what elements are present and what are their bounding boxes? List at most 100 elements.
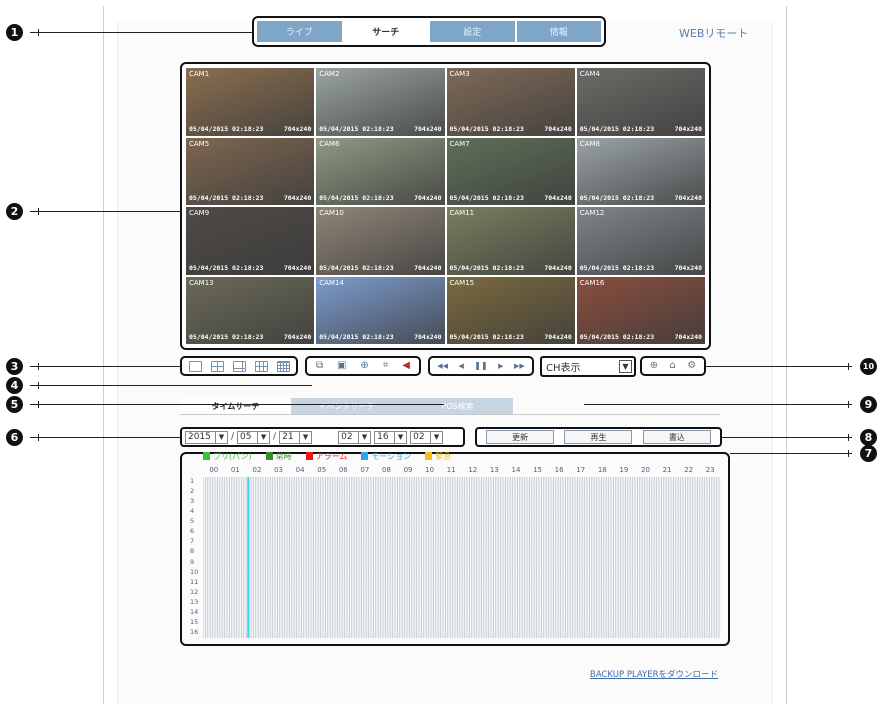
camera-resolution: 704x240 bbox=[414, 124, 442, 133]
hour-label: 15 bbox=[533, 466, 542, 474]
layout-1-icon[interactable] bbox=[188, 360, 202, 372]
copy-screen-icon[interactable]: ⧉ bbox=[316, 361, 323, 371]
camera-tile[interactable]: CAM4 05/04/2015 02:18:23 704x240 bbox=[576, 68, 705, 136]
callout-tick bbox=[38, 401, 39, 408]
camera-tile[interactable]: CAM8 05/04/2015 02:18:23 704x240 bbox=[576, 137, 705, 205]
camera-resolution: 704x240 bbox=[674, 263, 702, 272]
camera-resolution: 704x240 bbox=[544, 194, 572, 202]
camera-tile[interactable]: CAM6 05/04/2015 02:18:23 704x240 bbox=[316, 137, 445, 205]
step-back-icon[interactable]: ◀ bbox=[458, 361, 463, 371]
hour-select[interactable]: 02 ▼ bbox=[338, 430, 372, 444]
callout-tick bbox=[848, 401, 849, 408]
camera-name: CAM9 bbox=[189, 209, 210, 217]
camera-name: CAM4 bbox=[579, 70, 600, 78]
date-separator: / bbox=[273, 432, 277, 442]
layout-16-icon[interactable] bbox=[276, 360, 290, 372]
camera-tile[interactable]: CAM7 05/04/2015 02:18:23 704x240 bbox=[446, 137, 575, 205]
hour-label: 17 bbox=[576, 466, 586, 474]
channel-label: 9 bbox=[190, 557, 195, 566]
download-player-link[interactable]: BACKUP PLAYERをダウンロード bbox=[590, 668, 718, 680]
tab-pos-search[interactable]: POS検索 bbox=[402, 398, 513, 414]
camera-tile[interactable]: CAM15 05/04/2015 02:18:23 704x240 bbox=[446, 276, 575, 344]
second-value: 02 bbox=[413, 432, 425, 442]
globe-icon[interactable]: ⊕ bbox=[650, 361, 658, 371]
tab-time-search[interactable]: タイムサーチ bbox=[180, 398, 291, 414]
pause-icon[interactable]: ❚❚ bbox=[474, 361, 487, 371]
fast-rewind-icon[interactable]: ◀◀ bbox=[437, 361, 448, 371]
camera-name: CAM7 bbox=[449, 139, 470, 148]
tab-info[interactable]: 情報 bbox=[516, 21, 601, 42]
callout-number: 3 bbox=[6, 358, 23, 375]
refresh-button[interactable]: 更新 bbox=[486, 430, 555, 444]
camera-tile[interactable]: CAM11 05/04/2015 02:18:23 704x240 bbox=[446, 207, 575, 275]
step-forward-icon[interactable]: ▶ bbox=[498, 361, 503, 371]
tab-settings[interactable]: 設定 bbox=[430, 21, 515, 42]
layout-9-icon[interactable] bbox=[254, 360, 268, 372]
day-select[interactable]: 21 ▼ bbox=[279, 430, 313, 444]
callout-tick bbox=[848, 450, 849, 457]
camera-tile[interactable]: CAM1 05/04/2015 02:18:23 704x240 bbox=[186, 68, 315, 136]
chevron-down-icon: ▼ bbox=[358, 431, 370, 443]
camera-tile[interactable]: CAM9 05/04/2015 02:18:23 704x240 bbox=[186, 207, 315, 275]
camera-name: CAM13 bbox=[189, 278, 214, 287]
fit-icon[interactable]: ⌗ bbox=[383, 361, 389, 371]
second-select[interactable]: 02 ▼ bbox=[410, 430, 444, 444]
hour-label: 20 bbox=[640, 466, 650, 474]
chevron-down-icon: ▼ bbox=[257, 431, 269, 443]
layout-4-icon[interactable] bbox=[210, 360, 224, 372]
camera-name: CAM11 bbox=[449, 209, 475, 217]
legend-label: アラーム bbox=[315, 451, 348, 461]
channel-select-value: CH表示 bbox=[546, 363, 581, 374]
hour-label: 08 bbox=[381, 466, 391, 474]
camera-tile[interactable]: CAM10 05/04/2015 02:18:23 704x240 bbox=[316, 207, 445, 275]
camera-tile[interactable]: CAM13 05/04/2015 02:18:23 704x240 bbox=[186, 276, 315, 344]
layout-6-icon[interactable] bbox=[232, 360, 246, 372]
hour-label: 06 bbox=[338, 466, 348, 474]
callout-number: 5 bbox=[6, 396, 23, 413]
camera-tile[interactable]: CAM14 05/04/2015 02:18:23 704x240 bbox=[316, 276, 445, 344]
write-button[interactable]: 書込 bbox=[642, 430, 711, 444]
timeline-cursor[interactable] bbox=[247, 477, 250, 638]
snapshot-icon[interactable]: ⌂ bbox=[670, 361, 676, 371]
tab-live[interactable]: ライブ bbox=[257, 21, 342, 42]
gear-icon[interactable]: ⚙ bbox=[687, 361, 696, 371]
hour-label: 07 bbox=[360, 466, 370, 474]
camera-tile[interactable]: CAM5 05/04/2015 02:18:23 704x240 bbox=[186, 137, 315, 205]
tab-event-search[interactable]: イベントサーチ bbox=[291, 398, 402, 414]
channel-label: 5 bbox=[190, 517, 195, 526]
date-time-picker: 2015 ▼ / 05 ▼ / 21 ▼ 02 ▼ 16 ▼ 02 ▼ bbox=[180, 427, 465, 447]
camera-timestamp: 05/04/2015 02:18:23 bbox=[319, 194, 394, 202]
minute-select[interactable]: 16 ▼ bbox=[374, 430, 408, 444]
callout-number: 2 bbox=[6, 203, 23, 220]
legend-swatch bbox=[361, 452, 369, 460]
fullscreen-icon[interactable]: ▣ bbox=[337, 361, 346, 371]
callout-number: 9 bbox=[860, 396, 877, 413]
camera-name: CAM15 bbox=[449, 278, 475, 287]
tab-search[interactable]: サーチ bbox=[343, 21, 428, 42]
top-navigation: ライブ サーチ 設定 情報 bbox=[252, 16, 606, 47]
channel-label: 10 bbox=[190, 567, 199, 576]
camera-name: CAM5 bbox=[189, 139, 210, 148]
camera-timestamp: 05/04/2015 02:18:23 bbox=[189, 194, 264, 202]
month-select[interactable]: 05 ▼ bbox=[237, 430, 271, 444]
chevron-down-icon: ▼ bbox=[215, 431, 227, 443]
timeline-chart[interactable] bbox=[203, 477, 721, 638]
zoom-icon[interactable]: ⊕ bbox=[360, 361, 368, 371]
hour-label: 14 bbox=[511, 466, 521, 474]
camera-tile[interactable]: CAM3 05/04/2015 02:18:23 704x240 bbox=[446, 68, 575, 136]
channel-select[interactable]: CH表示 ▼ bbox=[540, 356, 636, 377]
fast-forward-icon[interactable]: ▶▶ bbox=[514, 361, 525, 371]
legend-label: プリ(パン) bbox=[213, 451, 252, 461]
camera-tile[interactable]: CAM2 05/04/2015 02:18:23 704x240 bbox=[316, 68, 445, 136]
camera-resolution: 704x240 bbox=[414, 263, 442, 272]
year-select[interactable]: 2015 ▼ bbox=[185, 430, 228, 444]
hour-label: 12 bbox=[468, 466, 478, 474]
camera-tile[interactable]: CAM12 05/04/2015 02:18:23 704x240 bbox=[576, 207, 705, 275]
camera-tile[interactable]: CAM16 05/04/2015 02:18:23 704x240 bbox=[576, 276, 705, 344]
legend-item: アラーム bbox=[305, 451, 348, 461]
playback-toolbar: ◀◀ ◀ ❚❚ ▶ ▶▶ bbox=[428, 356, 534, 376]
audio-icon[interactable]: ◀ bbox=[402, 361, 410, 371]
camera-resolution: 704x240 bbox=[283, 124, 312, 133]
month-value: 05 bbox=[240, 432, 252, 442]
play-button[interactable]: 再生 bbox=[564, 430, 633, 444]
